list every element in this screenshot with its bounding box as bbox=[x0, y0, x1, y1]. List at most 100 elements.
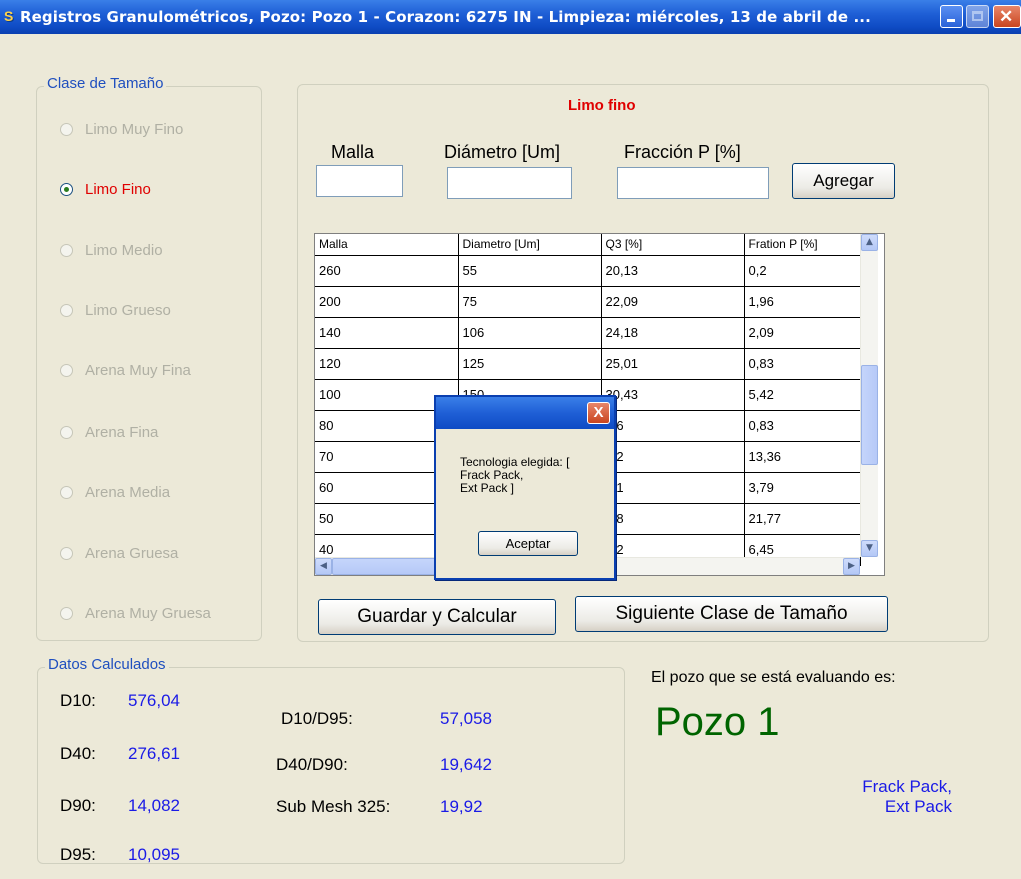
d40-d90-label: D40/D90: bbox=[276, 755, 348, 774]
d95-value: 10,095 bbox=[128, 845, 180, 864]
grid-header-row: Malla Diametro [Um] Q3 [%] Fration P [%] bbox=[315, 234, 861, 256]
grid-cell[interactable]: 260 bbox=[315, 255, 459, 287]
grid-cell[interactable]: 1,96 bbox=[744, 286, 861, 318]
maximize-icon bbox=[972, 11, 983, 21]
grid-cell[interactable]: 21,77 bbox=[744, 503, 861, 535]
grid-header-cell[interactable]: Diametro [Um] bbox=[458, 234, 602, 256]
grid-header-cell[interactable]: Malla bbox=[315, 234, 459, 256]
d10-value: 576,04 bbox=[128, 691, 180, 710]
fraccion-label: Fracción P [%] bbox=[624, 142, 741, 162]
add-button[interactable]: Agregar bbox=[792, 163, 895, 199]
submesh-label: Sub Mesh 325: bbox=[276, 797, 391, 816]
d10-d95-label: D10/D95: bbox=[281, 709, 353, 728]
radio-label: Arena Gruesa bbox=[85, 545, 179, 562]
grid-cell[interactable]: ,41 bbox=[601, 472, 745, 504]
radio-circle[interactable] bbox=[60, 304, 73, 317]
window-titlebar[interactable]: S Registros Granulométricos, Pozo: Pozo … bbox=[0, 0, 1021, 34]
grid-cell[interactable]: 55 bbox=[458, 255, 602, 287]
grid-cell[interactable]: 125 bbox=[458, 348, 602, 380]
grid-header-cell[interactable]: Q3 [%] bbox=[601, 234, 745, 256]
radio-label: Arena Fina bbox=[85, 424, 159, 441]
next-size-class-button[interactable]: Siguiente Clase de Tamaño bbox=[575, 596, 888, 632]
grid-cell[interactable]: 30,43 bbox=[601, 379, 745, 411]
scroll-up-arrow-icon[interactable]: ▲ bbox=[861, 234, 878, 251]
grid-cell[interactable]: 0,2 bbox=[744, 255, 861, 287]
radio-label: Limo Muy Fino bbox=[85, 121, 184, 138]
grid-cell[interactable]: 75 bbox=[458, 286, 602, 318]
radio-circle[interactable] bbox=[60, 426, 73, 439]
d95-label: D95: bbox=[60, 845, 96, 864]
submesh-value: 19,92 bbox=[440, 797, 483, 816]
dialog-ok-button[interactable]: Aceptar bbox=[478, 531, 578, 556]
save-calculate-button[interactable]: Guardar y Calcular bbox=[318, 599, 556, 635]
radio-label: Arena Muy Gruesa bbox=[85, 605, 211, 622]
close-icon: ✕ bbox=[999, 7, 1014, 26]
close-button[interactable]: ✕ bbox=[993, 5, 1021, 28]
malla-label: Malla bbox=[331, 142, 375, 162]
well-caption: El pozo que se está evaluando es: bbox=[651, 669, 896, 686]
d10-d95-value: 57,058 bbox=[440, 709, 492, 728]
grid-cell[interactable]: 13,36 bbox=[744, 441, 861, 473]
grid-cell[interactable]: 25,01 bbox=[601, 348, 745, 380]
fraccion-input[interactable] bbox=[617, 167, 769, 199]
d90-label: D90: bbox=[60, 796, 96, 815]
grid-cell[interactable]: 22,09 bbox=[601, 286, 745, 318]
grid-cell[interactable]: ,18 bbox=[601, 503, 745, 535]
app-logo-icon: S bbox=[4, 8, 14, 24]
grid-cell[interactable]: 0,83 bbox=[744, 410, 861, 442]
selected-technology: Frack Pack, Ext Pack bbox=[862, 777, 952, 816]
grid-cell[interactable]: 3,79 bbox=[744, 472, 861, 504]
table-row[interactable]: 260 55 20,13 0,2 bbox=[315, 255, 861, 287]
radio-circle[interactable] bbox=[60, 123, 73, 136]
dialog-close-icon[interactable]: X bbox=[587, 402, 610, 424]
scroll-right-arrow-icon[interactable]: ▶ bbox=[843, 558, 860, 575]
scroll-left-arrow-icon[interactable]: ◀ bbox=[315, 558, 332, 575]
radio-circle[interactable] bbox=[60, 364, 73, 377]
grid-cell[interactable]: 24,18 bbox=[601, 317, 745, 349]
grid-cell[interactable]: 20,13 bbox=[601, 255, 745, 287]
radio-label: Arena Media bbox=[85, 484, 171, 501]
grid-cell[interactable]: 5,42 bbox=[744, 379, 861, 411]
well-name: Pozo 1 bbox=[655, 700, 780, 744]
d90-value: 14,082 bbox=[128, 796, 180, 815]
maximize-button[interactable] bbox=[966, 5, 989, 28]
current-class-title: Limo fino bbox=[568, 97, 636, 114]
table-row[interactable]: 200 75 22,09 1,96 bbox=[315, 286, 861, 318]
window-title: Registros Granulométricos, Pozo: Pozo 1 … bbox=[20, 8, 871, 26]
radio-circle[interactable] bbox=[60, 547, 73, 560]
diametro-label: Diámetro [Um] bbox=[444, 142, 561, 162]
radio-circle[interactable] bbox=[60, 607, 73, 620]
grid-cell[interactable]: 140 bbox=[315, 317, 459, 349]
minimize-button[interactable] bbox=[940, 5, 963, 28]
radio-circle-selected[interactable] bbox=[60, 183, 73, 196]
calculated-data-legend: Datos Calculados bbox=[45, 656, 169, 673]
table-row[interactable]: 140 106 24,18 2,09 bbox=[315, 317, 861, 349]
grid-header-cell[interactable]: Fration P [%] bbox=[744, 234, 861, 256]
dialog-message: Tecnologia elegida: [ Frack Pack, Ext Pa… bbox=[460, 455, 570, 495]
radio-label: Arena Muy Fina bbox=[85, 362, 191, 379]
grid-cell[interactable]: 120 bbox=[315, 348, 459, 380]
d40-label: D40: bbox=[60, 744, 96, 763]
size-class-legend: Clase de Tamaño bbox=[44, 75, 167, 92]
radio-label: Limo Medio bbox=[85, 242, 163, 259]
d40-value: 276,61 bbox=[128, 744, 180, 763]
grid-vertical-scrollbar[interactable]: ▲ ▼ bbox=[860, 234, 878, 557]
radio-label: Limo Grueso bbox=[85, 302, 171, 319]
scroll-down-arrow-icon[interactable]: ▼ bbox=[861, 540, 878, 557]
grid-cell[interactable]: 200 bbox=[315, 286, 459, 318]
vertical-scroll-thumb[interactable] bbox=[861, 365, 878, 465]
radio-label: Limo Fino bbox=[85, 181, 151, 198]
diametro-input[interactable] bbox=[447, 167, 572, 199]
grid-cell[interactable]: 2,09 bbox=[744, 317, 861, 349]
radio-circle[interactable] bbox=[60, 486, 73, 499]
dialog-titlebar[interactable]: X bbox=[436, 397, 614, 429]
table-row[interactable]: 120 125 25,01 0,83 bbox=[315, 348, 861, 380]
malla-input[interactable] bbox=[316, 165, 403, 197]
grid-cell[interactable]: 0,83 bbox=[744, 348, 861, 380]
grid-cell[interactable]: ,26 bbox=[601, 410, 745, 442]
technology-dialog[interactable]: X Tecnologia elegida: [ Frack Pack, Ext … bbox=[434, 395, 616, 580]
grid-cell[interactable]: ,62 bbox=[601, 441, 745, 473]
d40-d90-value: 19,642 bbox=[440, 755, 492, 774]
radio-circle[interactable] bbox=[60, 244, 73, 257]
grid-cell[interactable]: 106 bbox=[458, 317, 602, 349]
